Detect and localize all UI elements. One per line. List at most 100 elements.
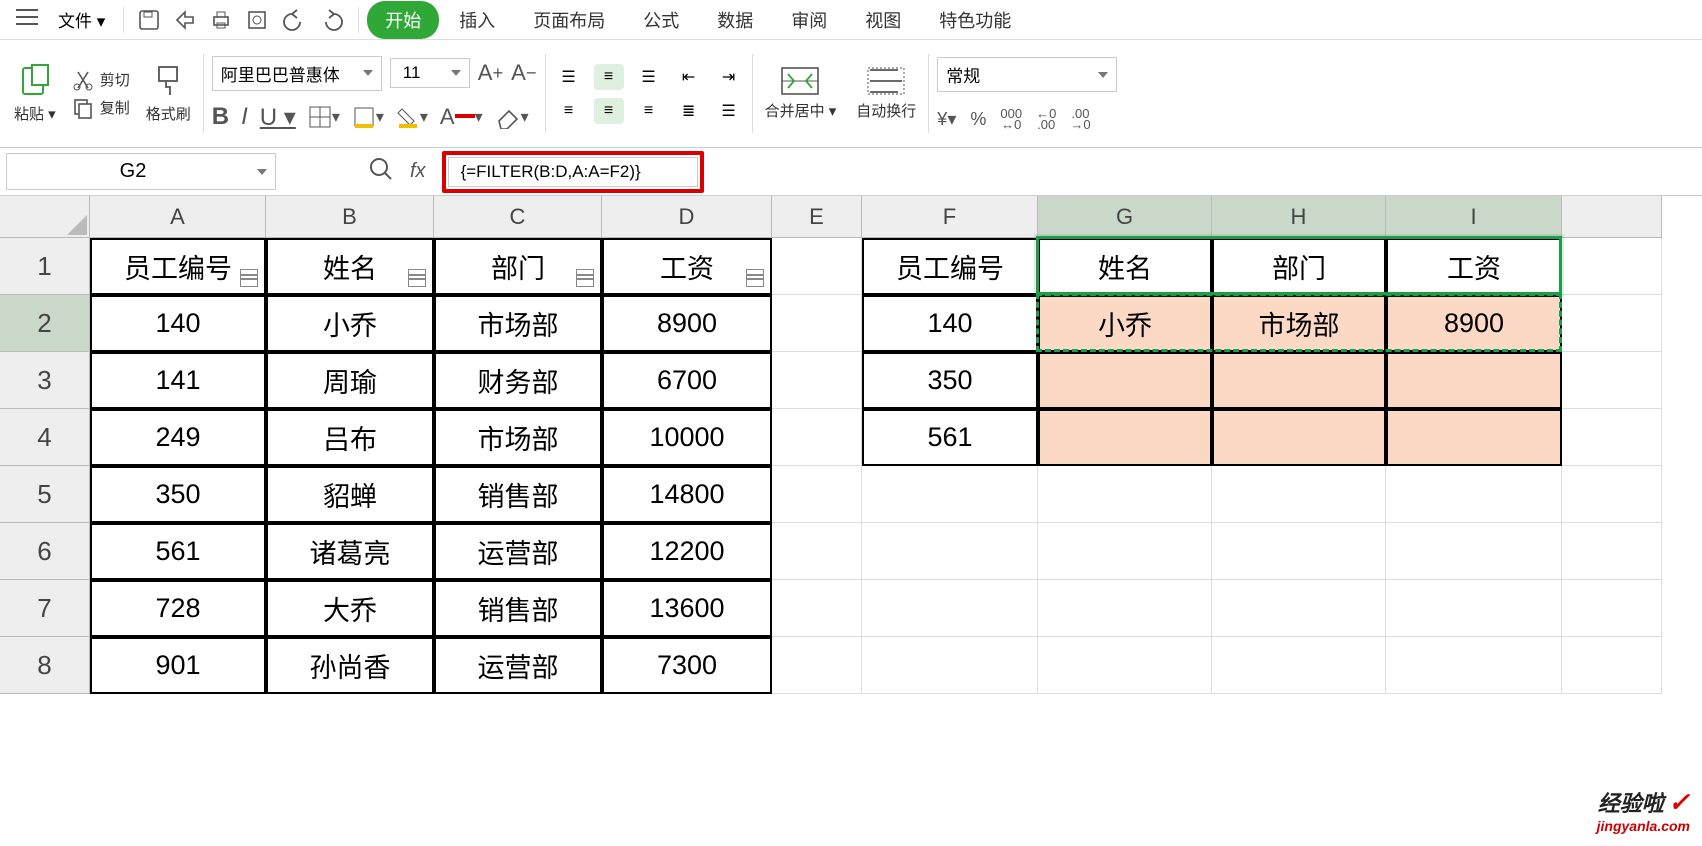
cell-G8[interactable] xyxy=(1038,637,1212,694)
cell-H8[interactable] xyxy=(1212,637,1386,694)
cell-H1[interactable]: 部门 xyxy=(1212,238,1386,295)
spreadsheet-grid[interactable]: A B C D E F G H I 1员工编号姓名部门工资员工编号姓名部门工资2… xyxy=(0,196,1702,694)
cell-A8[interactable]: 901 xyxy=(90,637,266,694)
cell-F2[interactable]: 140 xyxy=(862,295,1038,352)
cell-extra-2[interactable] xyxy=(1562,295,1662,352)
cell-E7[interactable] xyxy=(772,580,862,637)
cell-D7[interactable]: 13600 xyxy=(602,580,772,637)
cell-D6[interactable]: 12200 xyxy=(602,523,772,580)
cell-B3[interactable]: 周瑜 xyxy=(266,352,434,409)
tab-formula[interactable]: 公式 xyxy=(625,1,697,39)
cell-A2[interactable]: 140 xyxy=(90,295,266,352)
cell-E8[interactable] xyxy=(772,637,862,694)
col-header-G[interactable]: G xyxy=(1038,196,1212,238)
cell-B6[interactable]: 诸葛亮 xyxy=(266,523,434,580)
col-header-extra[interactable] xyxy=(1562,196,1662,238)
col-header-F[interactable]: F xyxy=(862,196,1038,238)
row-header-3[interactable]: 3 xyxy=(0,352,90,409)
cell-G7[interactable] xyxy=(1038,580,1212,637)
print-icon[interactable] xyxy=(204,5,238,35)
tab-review[interactable]: 审阅 xyxy=(773,1,845,39)
cell-D4[interactable]: 10000 xyxy=(602,409,772,466)
number-format-select[interactable]: 常规 xyxy=(937,57,1117,92)
col-header-H[interactable]: H xyxy=(1212,196,1386,238)
cell-F6[interactable] xyxy=(862,523,1038,580)
cell-I5[interactable] xyxy=(1386,466,1562,523)
save-icon[interactable] xyxy=(132,5,166,35)
col-header-D[interactable]: D xyxy=(602,196,772,238)
cell-G4[interactable] xyxy=(1038,409,1212,466)
border-button[interactable]: ▾ xyxy=(308,105,340,129)
row-header-8[interactable]: 8 xyxy=(0,637,90,694)
cell-H3[interactable] xyxy=(1212,352,1386,409)
cell-G3[interactable] xyxy=(1038,352,1212,409)
cell-H7[interactable] xyxy=(1212,580,1386,637)
cell-A6[interactable]: 561 xyxy=(90,523,266,580)
cell-B1[interactable]: 姓名 xyxy=(266,238,434,295)
row-header-5[interactable]: 5 xyxy=(0,466,90,523)
fill-button[interactable]: ▾ xyxy=(352,105,384,129)
preview-icon[interactable] xyxy=(240,5,274,35)
col-header-I[interactable]: I xyxy=(1386,196,1562,238)
cell-A7[interactable]: 728 xyxy=(90,580,266,637)
cell-I4[interactable] xyxy=(1386,409,1562,466)
font-family-select[interactable]: 阿里巴巴普惠体 xyxy=(212,56,382,91)
hamburger-icon[interactable] xyxy=(8,4,46,35)
align-bottom-icon[interactable]: ☰ xyxy=(634,64,664,90)
cell-F1[interactable]: 员工编号 xyxy=(862,238,1038,295)
cell-extra-8[interactable] xyxy=(1562,637,1662,694)
cell-F5[interactable] xyxy=(862,466,1038,523)
cell-I2[interactable]: 8900 xyxy=(1386,295,1562,352)
align-middle-icon[interactable]: ≡ xyxy=(594,64,624,90)
cell-I7[interactable] xyxy=(1386,580,1562,637)
cell-C2[interactable]: 市场部 xyxy=(434,295,602,352)
cell-extra-3[interactable] xyxy=(1562,352,1662,409)
formula-input[interactable]: {=FILTER(B:D,A:A=F2)} xyxy=(448,157,698,187)
cell-H5[interactable] xyxy=(1212,466,1386,523)
row-header-2[interactable]: 2 xyxy=(0,295,90,352)
cell-B4[interactable]: 吕布 xyxy=(266,409,434,466)
increase-font-icon[interactable]: A+ xyxy=(478,60,503,86)
cell-E5[interactable] xyxy=(772,466,862,523)
row-header-7[interactable]: 7 xyxy=(0,580,90,637)
cell-extra-4[interactable] xyxy=(1562,409,1662,466)
cell-C4[interactable]: 市场部 xyxy=(434,409,602,466)
cell-D5[interactable]: 14800 xyxy=(602,466,772,523)
align-right-icon[interactable]: ≡ xyxy=(634,98,664,124)
cell-extra-7[interactable] xyxy=(1562,580,1662,637)
name-box[interactable]: G2 xyxy=(6,153,276,190)
cell-G1[interactable]: 姓名 xyxy=(1038,238,1212,295)
tab-layout[interactable]: 页面布局 xyxy=(515,1,623,39)
increase-decimal-button[interactable]: .00 →0 xyxy=(1070,108,1090,130)
tab-insert[interactable]: 插入 xyxy=(441,1,513,39)
cell-H2[interactable]: 市场部 xyxy=(1212,295,1386,352)
send-icon[interactable] xyxy=(168,5,202,35)
cell-E2[interactable] xyxy=(772,295,862,352)
cell-H6[interactable] xyxy=(1212,523,1386,580)
fx-button[interactable]: fx xyxy=(410,160,426,183)
select-all-corner[interactable] xyxy=(0,196,90,238)
cell-C8[interactable]: 运营部 xyxy=(434,637,602,694)
cell-D3[interactable]: 6700 xyxy=(602,352,772,409)
cell-E3[interactable] xyxy=(772,352,862,409)
paste-button[interactable]: 粘贴 ▾ xyxy=(10,61,60,126)
percent-button[interactable]: % xyxy=(970,108,986,130)
cell-C1[interactable]: 部门 xyxy=(434,238,602,295)
merge-center-button[interactable]: 合并居中 ▾ xyxy=(761,64,841,123)
tab-view[interactable]: 视图 xyxy=(847,1,919,39)
cell-F3[interactable]: 350 xyxy=(862,352,1038,409)
col-header-C[interactable]: C xyxy=(434,196,602,238)
col-header-B[interactable]: B xyxy=(266,196,434,238)
file-menu[interactable]: 文件 ▾ xyxy=(48,3,115,36)
cell-C7[interactable]: 销售部 xyxy=(434,580,602,637)
redo-icon[interactable] xyxy=(314,5,350,35)
decrease-decimal-button[interactable]: ←0 .00 xyxy=(1036,108,1056,130)
tab-features[interactable]: 特色功能 xyxy=(921,1,1029,39)
cell-C3[interactable]: 财务部 xyxy=(434,352,602,409)
cell-D2[interactable]: 8900 xyxy=(602,295,772,352)
cell-F7[interactable] xyxy=(862,580,1038,637)
cell-A4[interactable]: 249 xyxy=(90,409,266,466)
cell-C5[interactable]: 销售部 xyxy=(434,466,602,523)
align-top-icon[interactable]: ☰ xyxy=(554,64,584,90)
col-header-A[interactable]: A xyxy=(90,196,266,238)
